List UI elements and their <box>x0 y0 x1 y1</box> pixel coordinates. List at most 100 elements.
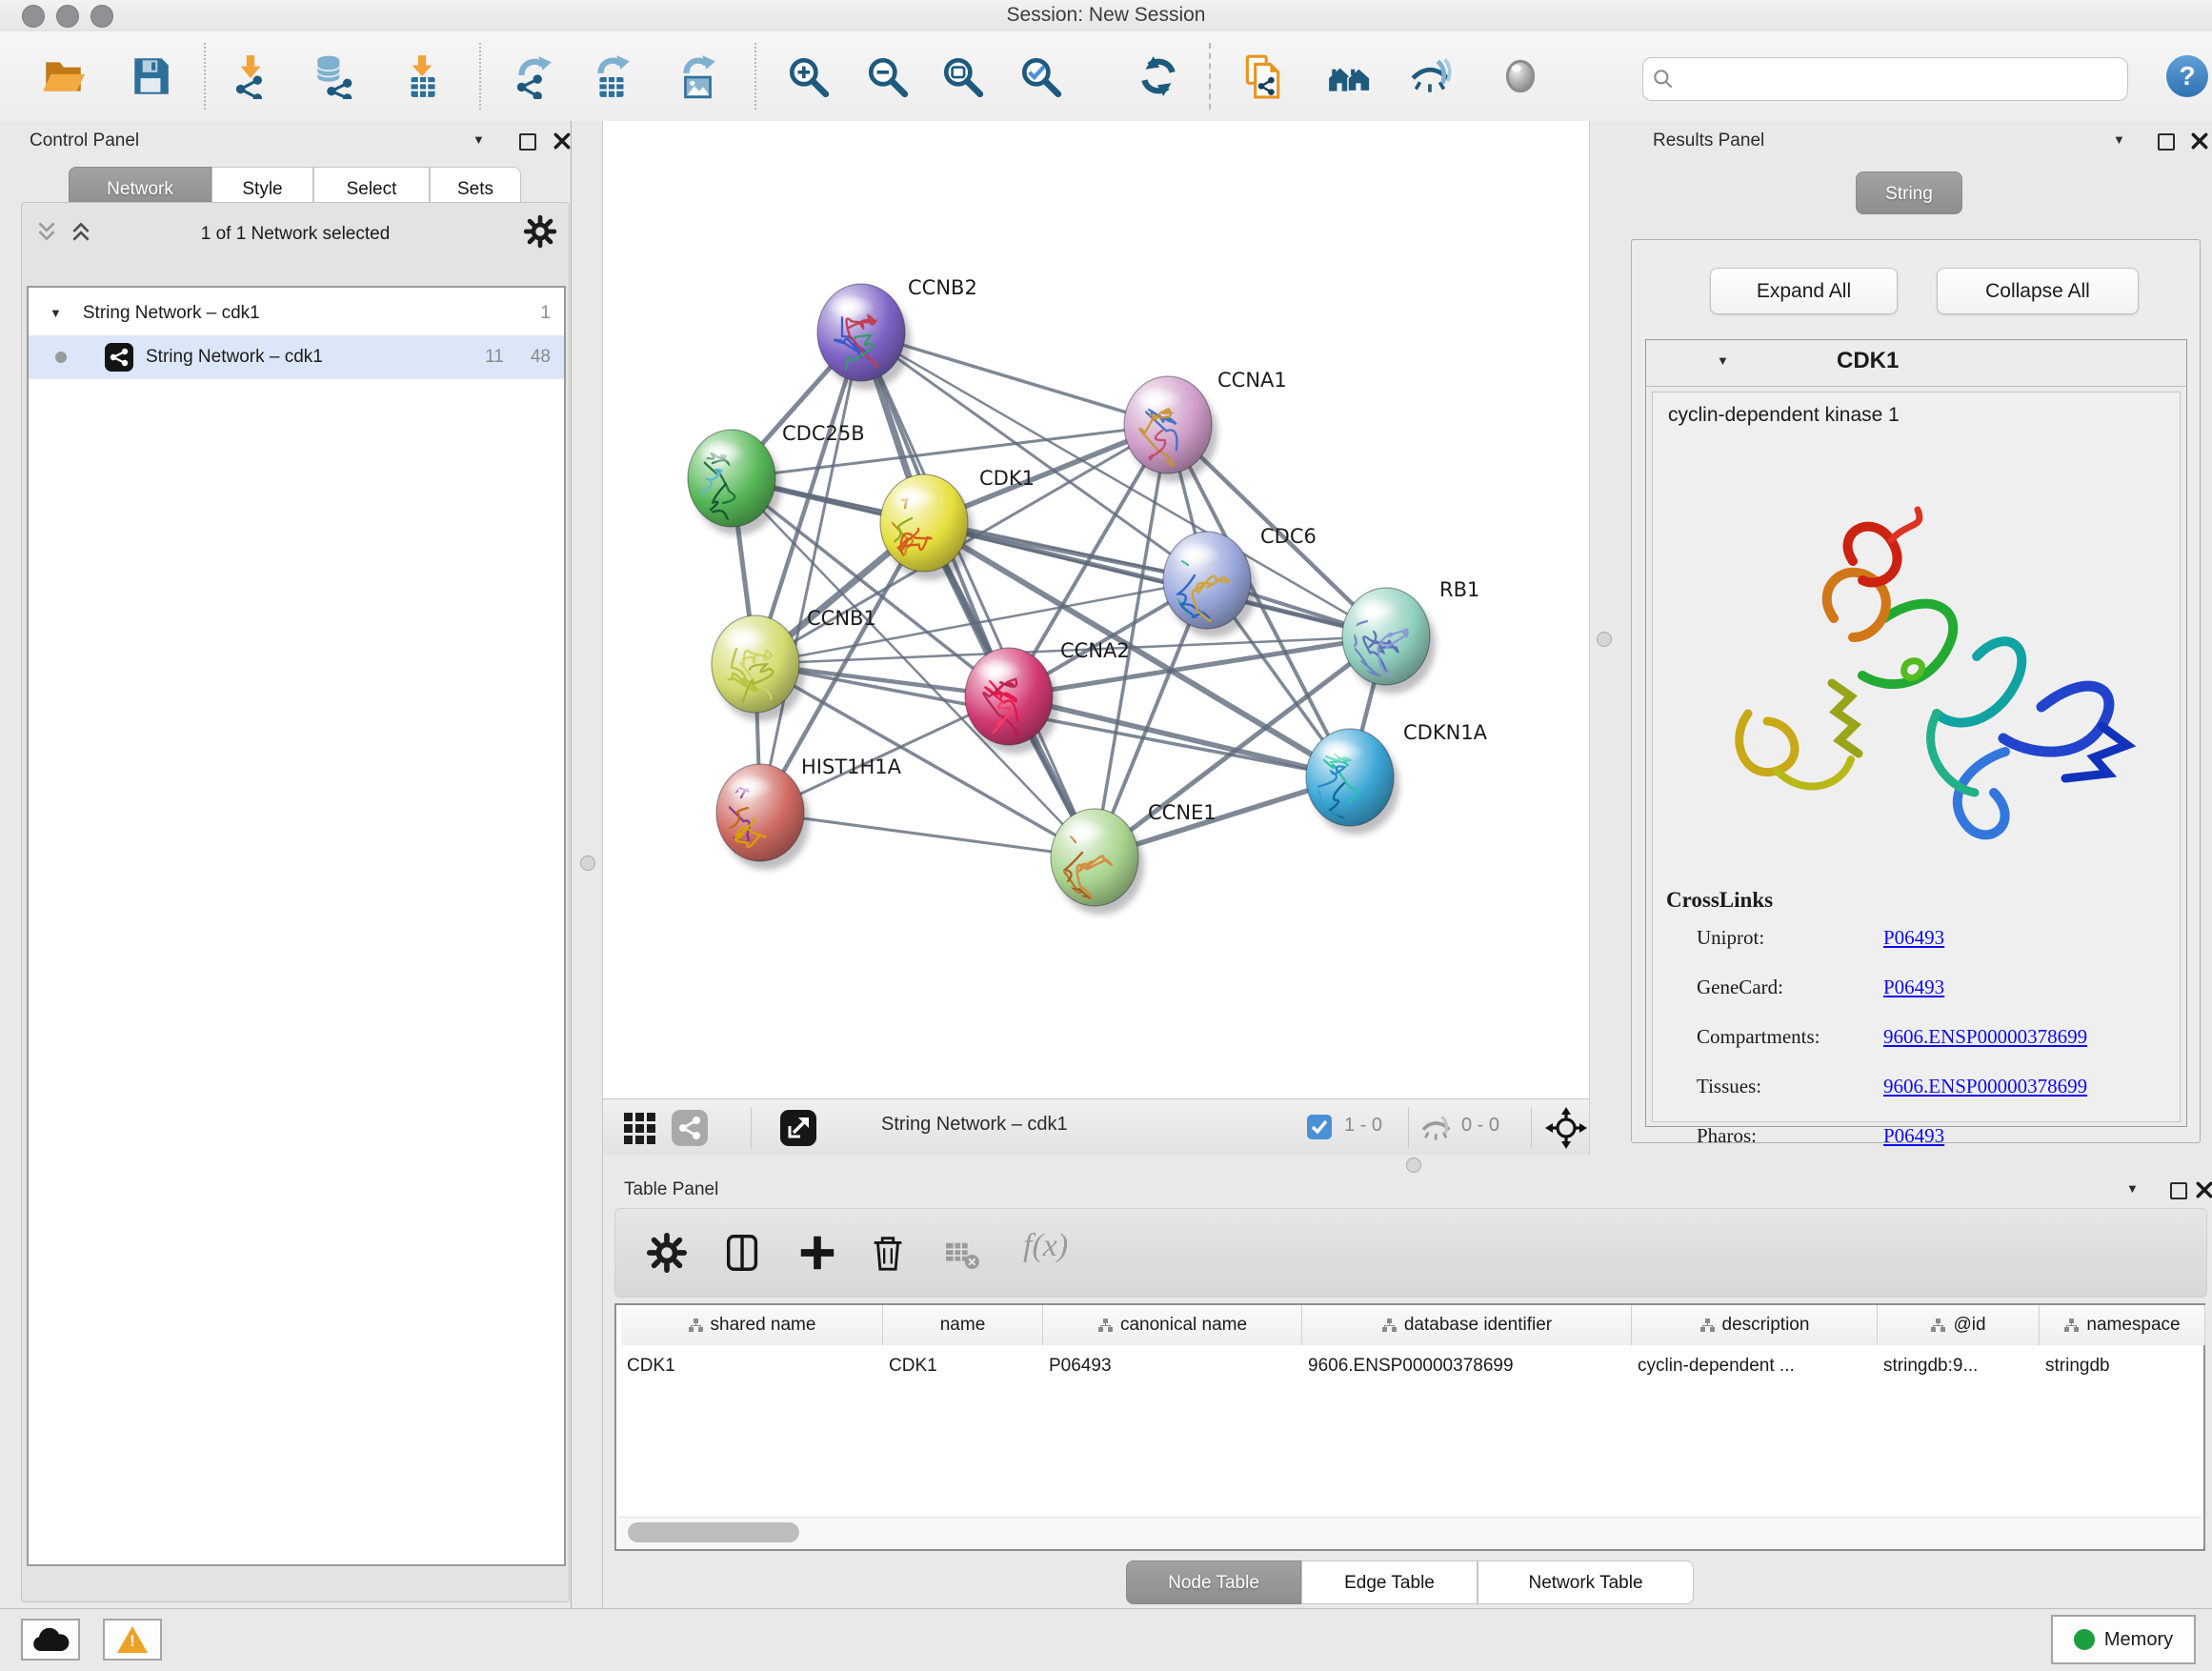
table-cell[interactable]: stringdb <box>2040 1345 2205 1387</box>
horizontal-scrollbar[interactable] <box>618 1517 2202 1548</box>
tree-expand-icon[interactable]: ▼ <box>50 306 62 321</box>
splitter-handle[interactable] <box>580 856 595 871</box>
selected-checkbox-icon[interactable] <box>1307 1115 1332 1139</box>
export-network-icon[interactable] <box>510 53 555 99</box>
column-header-namespace[interactable]: namespace <box>2040 1305 2205 1345</box>
delete-column-icon[interactable] <box>867 1232 909 1274</box>
tab-network-table[interactable]: Network Table <box>1478 1560 1694 1604</box>
float-panel-icon[interactable] <box>2170 1182 2187 1199</box>
import-table-icon[interactable] <box>399 53 445 99</box>
search-input[interactable] <box>1683 61 2127 97</box>
cloud-button[interactable] <box>21 1619 80 1661</box>
zoom-fit-icon[interactable] <box>939 53 985 99</box>
crosslink-link[interactable]: 9606.ENSP00000378699 <box>1883 1075 2087 1098</box>
close-panel-icon[interactable] <box>553 132 571 150</box>
grid-view-icon[interactable] <box>620 1109 658 1147</box>
home-networks-icon[interactable] <box>1326 53 1372 99</box>
table-cell[interactable]: P06493 <box>1043 1345 1302 1387</box>
question-mark-icon: ? <box>2166 55 2208 97</box>
warning-button[interactable]: ! <box>103 1619 162 1661</box>
close-panel-icon[interactable] <box>2191 132 2208 150</box>
open-session-icon[interactable] <box>41 53 87 99</box>
toolbar-separator <box>1209 43 1211 110</box>
table-cell[interactable]: 9606.ENSP00000378699 <box>1302 1345 1632 1387</box>
vertical-splitter[interactable] <box>572 121 603 1608</box>
network-edge[interactable] <box>760 813 1095 857</box>
zoom-selected-icon[interactable] <box>1017 53 1063 99</box>
network-row[interactable]: String Network – cdk1 11 48 <box>29 335 564 379</box>
selected-count: 1 - 0 <box>1344 1115 1382 1137</box>
scrollbar-thumb[interactable] <box>628 1522 799 1542</box>
network-canvas[interactable]: CCNB2CCNA1CDC25BCDK1CDC6RB1CCNB1CCNA2CDK… <box>603 121 1589 1098</box>
crosslink-link[interactable]: P06493 <box>1883 1124 1944 1148</box>
vertical-splitter[interactable] <box>1589 121 1618 1155</box>
gear-icon[interactable] <box>646 1232 688 1274</box>
gear-icon[interactable] <box>523 214 557 249</box>
table-cell[interactable]: cyclin-dependent ... <box>1632 1345 1878 1387</box>
crosslink-link[interactable]: P06493 <box>1883 976 1944 999</box>
panel-menu-caret-icon[interactable]: ▼ <box>2126 1181 2139 1197</box>
tab-edge-table[interactable]: Edge Table <box>1301 1560 1478 1604</box>
detach-view-icon[interactable] <box>779 1109 817 1147</box>
collapse-all-button[interactable]: Collapse All <box>1937 268 2139 314</box>
expand-all-button[interactable]: Expand All <box>1710 268 1898 314</box>
float-panel-icon[interactable] <box>519 133 536 151</box>
node-count: 11 <box>485 347 504 368</box>
column-header--id[interactable]: @id <box>1878 1305 2040 1345</box>
node-label-CDC6: CDC6 <box>1260 525 1317 548</box>
memory-button[interactable]: Memory <box>2051 1615 2196 1664</box>
tab-node-table[interactable]: Node Table <box>1126 1560 1301 1604</box>
crosslink-link[interactable]: P06493 <box>1883 926 1944 950</box>
hide-panel-eye-icon[interactable] <box>1408 53 1454 99</box>
panel-menu-caret-icon[interactable]: ▼ <box>473 132 485 148</box>
column-header-database-identifier[interactable]: database identifier <box>1302 1305 1632 1345</box>
network-status-dot-icon <box>55 352 67 363</box>
network-edge[interactable] <box>861 332 1095 857</box>
zoom-in-icon[interactable] <box>785 53 831 99</box>
hidden-eye-icon <box>1419 1111 1454 1145</box>
zoom-out-icon[interactable] <box>864 53 910 99</box>
close-panel-icon[interactable] <box>2196 1181 2212 1198</box>
collection-count: 1 <box>540 303 551 324</box>
attribute-tree-icon <box>688 1318 703 1333</box>
import-network-from-database-icon[interactable] <box>310 53 355 99</box>
show-columns-icon[interactable] <box>722 1232 764 1274</box>
delete-table-icon <box>944 1239 980 1270</box>
export-table-icon[interactable] <box>589 53 634 99</box>
help-button[interactable]: ? <box>2166 55 2208 97</box>
column-header-description[interactable]: description <box>1632 1305 1878 1345</box>
fit-selected-crosshair-icon[interactable] <box>1545 1107 1587 1149</box>
status-bar: ! Memory <box>0 1608 2212 1671</box>
network-collection-row[interactable]: ▼ String Network – cdk1 1 <box>29 292 564 335</box>
panel-menu-caret-icon[interactable]: ▼ <box>2113 132 2125 148</box>
import-network-icon[interactable] <box>228 53 273 99</box>
hidden-count: 0 - 0 <box>1461 1115 1499 1137</box>
table-cell[interactable]: CDK1 <box>621 1345 883 1387</box>
column-header-canonical-name[interactable]: canonical name <box>1043 1305 1302 1345</box>
network-edge[interactable] <box>760 332 861 813</box>
crosslink-link[interactable]: 9606.ENSP00000378699 <box>1883 1025 2087 1049</box>
search-field[interactable] <box>1642 57 2128 101</box>
node-label-CDC25B: CDC25B <box>782 422 865 445</box>
add-column-icon[interactable] <box>796 1232 838 1274</box>
tab-string[interactable]: String <box>1856 171 1962 214</box>
edge-count: 48 <box>531 347 551 368</box>
table-cell[interactable]: stringdb:9... <box>1878 1345 2040 1387</box>
protein-card-header[interactable]: ▼ CDK1 <box>1646 340 2186 387</box>
export-image-icon[interactable] <box>674 53 720 99</box>
copy-network-icon[interactable] <box>1239 53 1285 99</box>
column-header-name[interactable]: name <box>883 1305 1043 1345</box>
collapse-card-icon[interactable]: ▼ <box>1717 353 1729 369</box>
network-view-mode-icon[interactable] <box>671 1109 709 1147</box>
splitter-handle[interactable] <box>1597 632 1612 647</box>
column-header-shared-name[interactable]: shared name <box>621 1305 883 1345</box>
splitter-handle[interactable] <box>1406 1158 1421 1173</box>
crosslink-row: GeneCard:P06493 <box>1697 976 1783 999</box>
attribute-tree-icon <box>1699 1318 1715 1333</box>
show-panel-eye-icon[interactable] <box>1498 53 1543 99</box>
table-cell[interactable]: CDK1 <box>883 1345 1043 1387</box>
save-session-icon[interactable] <box>128 53 173 99</box>
float-panel-icon[interactable] <box>2158 133 2175 151</box>
refresh-icon[interactable] <box>1136 53 1181 99</box>
toolbar-separator <box>754 43 756 110</box>
